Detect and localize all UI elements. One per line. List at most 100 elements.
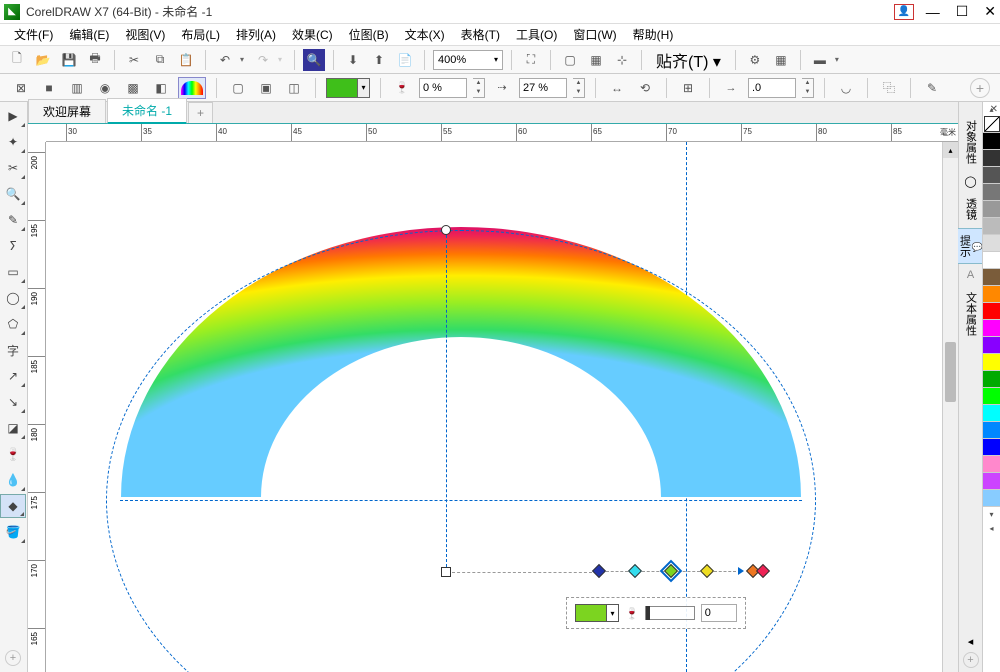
swatch-18[interactable] [983, 439, 1000, 456]
radial-fill-button[interactable]: ◉ [94, 77, 116, 99]
conical-fill-button[interactable]: ▩ [122, 77, 144, 99]
swatch-20[interactable] [983, 473, 1000, 490]
swatch-16[interactable] [983, 405, 1000, 422]
grad-stop-3[interactable] [664, 564, 678, 578]
cut-button[interactable]: ✂ [123, 49, 145, 71]
no-fill-button[interactable]: ⊠ [10, 77, 32, 99]
docker-object-properties[interactable]: 对象属性 [961, 114, 981, 170]
menu-layout[interactable]: 布局(L) [175, 24, 226, 45]
swatch-15[interactable] [983, 388, 1000, 405]
docker-expand-button[interactable]: ◂ [962, 632, 980, 650]
transparency-input[interactable]: 0 % [419, 78, 467, 98]
grad-stop-6[interactable] [756, 564, 770, 578]
swatch-8[interactable] [983, 269, 1000, 286]
docker-add-button[interactable]: + [963, 652, 979, 668]
menu-arrange[interactable]: 排列(A) [230, 24, 282, 45]
swatch-none[interactable] [983, 116, 1000, 133]
smooth-button[interactable]: ◡ [835, 77, 857, 99]
tab-add[interactable]: + [188, 102, 213, 123]
slider-track[interactable] [645, 606, 695, 620]
fountain-fill-preset-button[interactable] [178, 77, 206, 99]
copy-fill-button[interactable]: ⿻ [878, 77, 900, 99]
menu-text[interactable]: 文本(X) [399, 24, 451, 45]
close-button[interactable]: ✕ [984, 3, 996, 20]
menu-table[interactable]: 表格(T) [455, 24, 506, 45]
drawing-canvas[interactable]: ▾ 🍷 [46, 142, 942, 672]
swatch-4[interactable] [983, 201, 1000, 218]
drop-shadow-tool[interactable]: ◪ [0, 416, 26, 440]
publish-pdf-button[interactable]: 📄 [394, 49, 416, 71]
smart-fill-tool[interactable]: 🪣 [0, 520, 26, 544]
export-button[interactable]: ⬆ [368, 49, 390, 71]
palette-flyout-button[interactable]: ◂ [983, 521, 1000, 535]
save-button[interactable]: 💾 [58, 49, 80, 71]
swatch-21[interactable] [983, 490, 1000, 507]
crop-tool[interactable]: ✂ [0, 156, 26, 180]
show-guides-button[interactable]: ⊹ [611, 49, 633, 71]
docker-close-icon[interactable]: ✕ [990, 104, 998, 115]
angle-input[interactable]: .0 [748, 78, 796, 98]
scroll-thumb[interactable] [945, 342, 956, 402]
swatch-1[interactable] [983, 150, 1000, 167]
position-input[interactable]: 27 % [519, 78, 567, 98]
swatch-10[interactable] [983, 303, 1000, 320]
free-scale-button[interactable]: ⊞ [677, 77, 699, 99]
show-rulers-button[interactable]: ▢ [559, 49, 581, 71]
menu-window[interactable]: 窗口(W) [567, 24, 622, 45]
menu-effects[interactable]: 效果(C) [286, 24, 339, 45]
connector-tool[interactable]: ↘ [0, 390, 26, 414]
grad-stop-2[interactable] [628, 564, 642, 578]
interactive-fill-tool[interactable]: ◆ [0, 494, 26, 518]
menu-edit[interactable]: 编辑(E) [63, 24, 115, 45]
rectangle-tool[interactable]: ▭ [0, 260, 26, 284]
artistic-media-tool[interactable]: ⵢ [0, 234, 26, 258]
zoom-tool[interactable]: 🔍 [0, 182, 26, 206]
tab-welcome[interactable]: 欢迎屏幕 [28, 99, 106, 123]
position-spinner[interactable]: ▲▼ [573, 78, 585, 98]
linear-fill-button[interactable]: ▥ [66, 77, 88, 99]
node-color-well[interactable]: ▾ [326, 78, 370, 98]
fill-type1-button[interactable]: ▢ [227, 77, 249, 99]
swatch-17[interactable] [983, 422, 1000, 439]
quick-customize-button[interactable]: + [0, 646, 26, 670]
swatch-14[interactable] [983, 371, 1000, 388]
vertical-ruler[interactable]: 200195190185180175170165 [28, 142, 46, 672]
fill-type2-button[interactable]: ▣ [255, 77, 277, 99]
gradient-color-stops[interactable] [592, 566, 770, 576]
layout-button[interactable]: ▬ [809, 49, 831, 71]
menu-tools[interactable]: 工具(O) [510, 24, 563, 45]
node-color-picker[interactable]: ▾ [575, 604, 619, 622]
scroll-up-button[interactable]: ▴ [943, 142, 958, 158]
swatch-11[interactable] [983, 320, 1000, 337]
tab-document[interactable]: 未命名 -1 [107, 98, 187, 124]
maximize-button[interactable]: ☐ [956, 3, 969, 20]
uniform-fill-button[interactable]: ■ [38, 77, 60, 99]
open-button[interactable]: 📂 [32, 49, 54, 71]
swatch-19[interactable] [983, 456, 1000, 473]
fullscreen-button[interactable]: ⛶ [520, 49, 542, 71]
new-button[interactable]: 🗋 [6, 49, 28, 71]
square-fill-button[interactable]: ◧ [150, 77, 172, 99]
docker-obj-icon[interactable]: ◯ [962, 172, 980, 190]
swatch-5[interactable] [983, 218, 1000, 235]
edit-fill-button[interactable]: ✎ [921, 77, 943, 99]
docker-lens[interactable]: 透镜 [961, 192, 981, 226]
ellipse-tool[interactable]: ◯ [0, 286, 26, 310]
swatch-0[interactable] [983, 133, 1000, 150]
swatch-9[interactable] [983, 286, 1000, 303]
top-node-handle[interactable] [441, 225, 451, 235]
gradient-node-editor[interactable]: ▾ 🍷 [566, 597, 746, 629]
undo-button[interactable]: ↶ [214, 49, 236, 71]
grad-stop-1[interactable] [592, 564, 606, 578]
user-badge-icon[interactable]: 👤 [894, 4, 914, 20]
swatch-13[interactable] [983, 354, 1000, 371]
gradient-start-handle[interactable] [441, 567, 451, 577]
fill-type3-button[interactable]: ◫ [283, 77, 305, 99]
node-value-input[interactable] [701, 604, 737, 622]
shape-tool[interactable]: ✦ [0, 130, 26, 154]
swatch-12[interactable] [983, 337, 1000, 354]
swatch-6[interactable] [983, 235, 1000, 252]
freehand-tool[interactable]: ✎ [0, 208, 26, 232]
menu-bitmaps[interactable]: 位图(B) [343, 24, 395, 45]
horizontal-ruler[interactable]: 毫米 303540455055606570758085 [46, 124, 958, 142]
